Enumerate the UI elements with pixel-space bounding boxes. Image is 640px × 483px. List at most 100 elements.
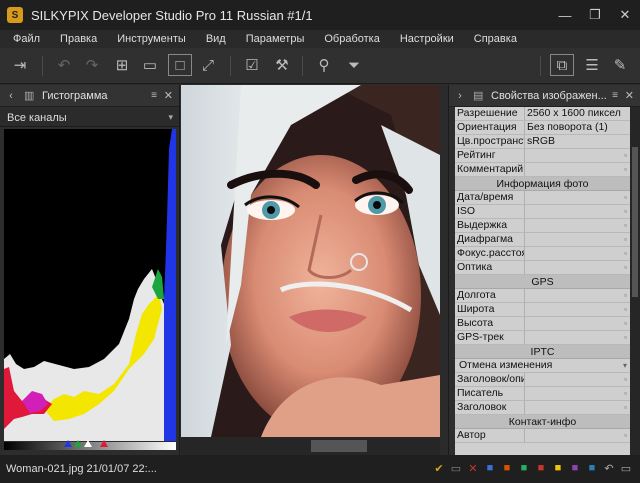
histogram-green-marker[interactable] xyxy=(74,440,82,447)
section-contact-info[interactable]: Контакт-инфо xyxy=(455,415,630,429)
edit-field-icon[interactable]: ▫ xyxy=(624,303,627,316)
edit-field-icon[interactable]: ▫ xyxy=(624,317,627,330)
sliders-icon[interactable]: ☰ xyxy=(580,54,604,76)
undo-icon[interactable]: ↶ xyxy=(603,462,615,475)
rating-box-icon[interactable]: ▭ xyxy=(450,462,462,475)
property-value[interactable]: ▫ xyxy=(525,373,630,386)
properties-vertical-scrollbar[interactable] xyxy=(630,107,640,455)
image-preview[interactable] xyxy=(181,85,440,437)
property-value[interactable]: ▫ xyxy=(525,247,630,260)
edit-field-icon[interactable]: ▫ xyxy=(624,205,627,218)
hammer-icon[interactable]: ⚒ xyxy=(270,54,294,76)
property-photo-row[interactable]: Выдержка ▫ xyxy=(455,219,630,233)
edit-field-icon[interactable]: ▫ xyxy=(624,233,627,246)
property-value[interactable]: ▫ xyxy=(525,191,630,204)
property-iptc-row[interactable]: Писатель ▫ xyxy=(455,387,630,401)
property-main-row[interactable]: Цв.пространствоsRGB xyxy=(455,135,630,149)
filter-icon[interactable]: ⏷ xyxy=(342,54,366,76)
tag-red-icon[interactable]: ■ xyxy=(535,462,547,474)
edit-field-icon[interactable]: ▫ xyxy=(624,429,627,442)
menu-processing[interactable]: Обработка xyxy=(311,33,386,45)
panel-menu-icon[interactable]: ≡ xyxy=(151,90,157,101)
menu-parameters[interactable]: Параметры xyxy=(233,33,312,45)
property-value[interactable]: ▫ xyxy=(525,401,630,414)
property-gps-row[interactable]: Высота ▫ xyxy=(455,317,630,331)
tag-yellow-icon[interactable]: ■ xyxy=(552,462,564,474)
close-icon[interactable]: ✕ xyxy=(610,0,640,30)
property-contact-row[interactable]: Автор ▫ xyxy=(455,429,630,443)
collapse-chevron-icon[interactable]: ‹ xyxy=(4,90,18,102)
fullscreen-icon[interactable]: ⤢ xyxy=(196,54,220,76)
property-main-row[interactable]: Разрешение 2560 x 1600 пиксел xyxy=(455,107,630,121)
property-photo-row[interactable]: Оптика ▫ xyxy=(455,261,630,275)
channel-select[interactable]: Все каналы ▾ xyxy=(0,109,179,127)
property-gps-row[interactable]: GPS-трек ▫ xyxy=(455,331,630,345)
iptc-undo-select[interactable]: Отмена изменения ▾ xyxy=(455,359,630,372)
iptc-undo-row[interactable]: Отмена изменения ▾ xyxy=(455,359,630,373)
property-value[interactable]: ▫ xyxy=(525,219,630,232)
property-photo-row[interactable]: ISO ▫ xyxy=(455,205,630,219)
edit-field-icon[interactable]: ▫ xyxy=(624,331,627,344)
property-iptc-row[interactable]: Заголовок/описание ▫ xyxy=(455,373,630,387)
property-photo-row[interactable]: Дата/время ▫ xyxy=(455,191,630,205)
menu-edit[interactable]: Правка xyxy=(47,33,104,45)
property-value[interactable]: ▫ xyxy=(525,289,630,302)
panel-close-icon[interactable]: ✕ xyxy=(164,89,173,102)
scrollbar-thumb[interactable] xyxy=(632,147,638,297)
property-value[interactable]: sRGB xyxy=(525,135,630,148)
property-value[interactable]: ▫ xyxy=(525,317,630,330)
property-value[interactable]: ▫ xyxy=(525,261,630,274)
edit-field-icon[interactable]: ▫ xyxy=(624,219,627,232)
menu-tools[interactable]: Инструменты xyxy=(104,33,193,45)
tag-orange-icon[interactable]: ■ xyxy=(501,462,513,474)
panel-close-icon[interactable]: ✕ xyxy=(625,89,634,102)
edit-field-icon[interactable]: ▫ xyxy=(624,191,627,204)
property-value[interactable]: ▫ xyxy=(525,205,630,218)
pen-icon[interactable]: ✎ xyxy=(608,54,632,76)
edit-field-icon[interactable]: ▫ xyxy=(624,289,627,302)
export-icon[interactable]: ⇥ xyxy=(8,54,32,76)
layout-icon[interactable]: ⧉ xyxy=(550,54,574,76)
property-value[interactable]: ▫ xyxy=(525,429,630,442)
scrollbar-thumb[interactable] xyxy=(311,440,367,452)
property-value[interactable]: ▫ xyxy=(525,331,630,344)
property-main-row[interactable]: Рейтинг ▫ xyxy=(455,149,630,163)
histogram-white-marker[interactable] xyxy=(84,440,92,447)
menu-view[interactable]: Вид xyxy=(193,33,233,45)
collapse-chevron-icon[interactable]: › xyxy=(453,90,467,102)
property-main-row[interactable]: Комментарий ▫ xyxy=(455,163,630,177)
edit-field-icon[interactable]: ▫ xyxy=(624,149,627,162)
property-value[interactable]: Без поворота (1) xyxy=(525,121,630,134)
tag-blue-icon[interactable]: ■ xyxy=(484,462,496,474)
property-value[interactable]: ▫ xyxy=(525,303,630,316)
property-value[interactable]: ▫ xyxy=(525,233,630,246)
tag-cyan-icon[interactable]: ■ xyxy=(586,462,598,474)
edit-field-icon[interactable]: ▫ xyxy=(624,373,627,386)
tag-green-icon[interactable]: ■ xyxy=(518,462,530,474)
maximize-icon[interactable]: ❐ xyxy=(580,0,610,30)
edit-field-icon[interactable]: ▫ xyxy=(624,163,627,176)
redo-icon[interactable]: ↷ xyxy=(80,54,104,76)
histogram-red-marker[interactable] xyxy=(100,440,108,447)
property-value[interactable]: ▫ xyxy=(525,163,630,176)
menu-help[interactable]: Справка xyxy=(461,33,524,45)
property-gps-row[interactable]: Долгота ▫ xyxy=(455,289,630,303)
menu-settings[interactable]: Настройки xyxy=(387,33,461,45)
clipboard-icon[interactable]: ▭ xyxy=(620,462,632,475)
property-value[interactable]: 2560 x 1600 пиксел xyxy=(525,107,630,120)
property-value[interactable]: ▫ xyxy=(525,149,630,162)
reject-icon[interactable]: ✕ xyxy=(467,462,479,475)
edit-field-icon[interactable]: ▫ xyxy=(624,401,627,414)
property-iptc-row[interactable]: Заголовок ▫ xyxy=(455,401,630,415)
section-photo-info[interactable]: Информация фото xyxy=(455,177,630,191)
mark-ok-icon[interactable]: ✔ xyxy=(433,462,445,475)
section-gps[interactable]: GPS xyxy=(455,275,630,289)
property-photo-row[interactable]: Фокус.расстояние ▫ xyxy=(455,247,630,261)
menu-file[interactable]: Файл xyxy=(0,33,47,45)
histogram-blue-marker[interactable] xyxy=(64,440,72,447)
check-icon[interactable]: ☑ xyxy=(240,54,264,76)
split-view-icon[interactable]: ▭ xyxy=(138,54,162,76)
minimize-icon[interactable]: — xyxy=(550,0,580,30)
single-view-icon[interactable]: □ xyxy=(168,54,192,76)
edit-field-icon[interactable]: ▫ xyxy=(624,387,627,400)
